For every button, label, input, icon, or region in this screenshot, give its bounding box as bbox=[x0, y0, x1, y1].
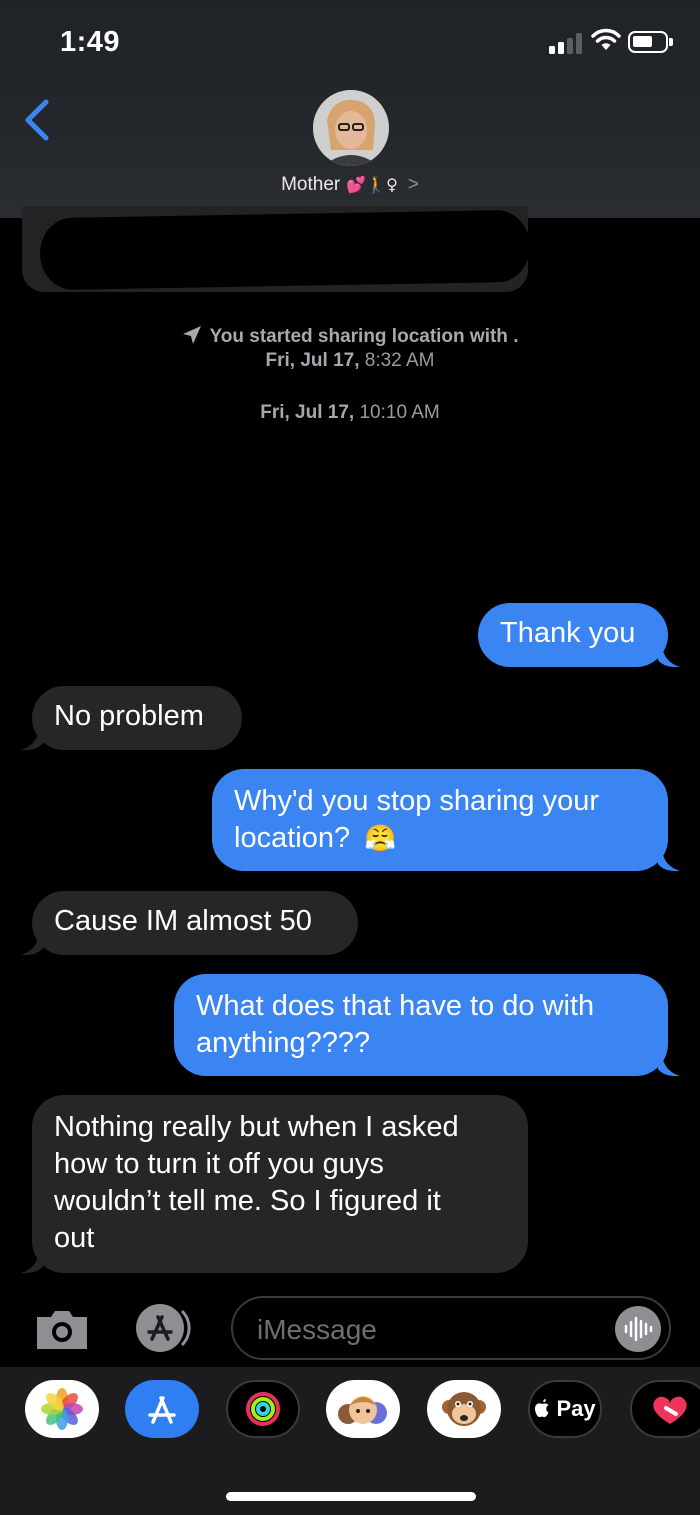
contact-avatar[interactable] bbox=[313, 90, 389, 166]
activity-app-button[interactable] bbox=[226, 1380, 300, 1438]
imessage-input[interactable]: iMessage bbox=[231, 1296, 671, 1360]
chevron-right-icon: > bbox=[407, 174, 419, 195]
timestamp-2: Fri, Jul 17, 10:10 AM bbox=[0, 402, 700, 424]
wifi-icon bbox=[591, 28, 621, 50]
back-chevron-icon[interactable] bbox=[22, 98, 52, 142]
contact-name: Mother bbox=[281, 174, 341, 195]
message-text-line: wouldn’t tell me. So I figured it bbox=[54, 1185, 441, 1217]
message-bubble-outgoing[interactable]: What does that have to do with anything?… bbox=[174, 974, 668, 1076]
home-indicator[interactable] bbox=[226, 1492, 476, 1501]
animoji-app-button[interactable] bbox=[427, 1380, 501, 1438]
digital-touch-icon bbox=[653, 1396, 687, 1424]
apple-pay-app-button[interactable]: Pay bbox=[528, 1380, 602, 1438]
timestamp-time: 10:10 AM bbox=[359, 402, 440, 423]
app-store-app-button[interactable] bbox=[125, 1380, 199, 1438]
angry-face-emoji: 😤 bbox=[364, 824, 397, 854]
location-notice-text: You started sharing location with . bbox=[209, 326, 519, 347]
digital-touch-app-button[interactable] bbox=[630, 1380, 700, 1438]
cellular-signal-icon bbox=[549, 32, 583, 54]
timestamp-time: 8:32 AM bbox=[364, 350, 435, 371]
message-text-line: Nothing really but when I asked bbox=[54, 1111, 459, 1143]
battery-icon bbox=[628, 31, 673, 53]
timestamp-date: Fri, Jul 17, bbox=[265, 350, 360, 371]
camera-icon[interactable] bbox=[33, 1307, 91, 1351]
message-bubble-incoming[interactable]: Nothing really but when I asked how to t… bbox=[32, 1095, 528, 1273]
redaction-mark bbox=[39, 209, 531, 291]
message-text: Thank you bbox=[500, 617, 636, 649]
message-text: Cause IM almost 50 bbox=[54, 905, 312, 937]
message-text-line: location? bbox=[234, 822, 351, 854]
imessage-placeholder: iMessage bbox=[257, 1314, 377, 1345]
animoji-icon bbox=[442, 1392, 486, 1426]
message-bubble-outgoing[interactable]: Why'd you stop sharing your location? 😤 bbox=[212, 769, 668, 871]
photos-app-button[interactable] bbox=[25, 1380, 99, 1438]
memoji-app-button[interactable] bbox=[326, 1380, 400, 1438]
location-sharing-notice: You started sharing location with . bbox=[0, 325, 700, 348]
memoji-icon bbox=[338, 1396, 387, 1424]
contact-name-row[interactable]: Mother 💕🚶♀ > bbox=[0, 174, 700, 196]
message-text-line: anything???? bbox=[196, 1027, 371, 1059]
bubble-tail-outgoing bbox=[658, 1055, 680, 1077]
activity-icon bbox=[246, 1392, 280, 1426]
timestamp-date: Fri, Jul 17, bbox=[260, 402, 355, 423]
location-arrow-icon bbox=[182, 326, 201, 344]
bubble-tail-incoming bbox=[21, 1252, 43, 1274]
bubble-tail-incoming bbox=[21, 729, 43, 751]
audio-record-button[interactable] bbox=[615, 1306, 661, 1352]
avatar-photo bbox=[313, 90, 389, 166]
waveform-icon bbox=[624, 1316, 653, 1342]
app-store-icon bbox=[148, 1396, 176, 1424]
message-text: No problem bbox=[54, 700, 204, 732]
bubble-tail-outgoing bbox=[658, 646, 680, 668]
apple-logo-icon bbox=[534, 1396, 556, 1421]
message-bubble-incoming[interactable]: Cause IM almost 50 bbox=[32, 891, 358, 955]
message-bubble-incoming[interactable]: No problem bbox=[32, 686, 242, 750]
message-text-line: out bbox=[54, 1222, 95, 1254]
contact-emoji: 💕🚶♀ bbox=[346, 175, 398, 194]
message-text-line: What does that have to do with bbox=[196, 990, 595, 1022]
message-text-line: how to turn it off you guys bbox=[54, 1148, 384, 1180]
bubble-tail-outgoing bbox=[658, 850, 680, 872]
apple-pay-label: Pay bbox=[556, 1396, 596, 1421]
photos-icon bbox=[41, 1388, 83, 1430]
message-bubble-outgoing[interactable]: Thank you bbox=[478, 603, 668, 667]
app-store-button-icon[interactable] bbox=[130, 1303, 196, 1353]
bubble-tail-incoming bbox=[21, 934, 43, 956]
message-text-line: Why'd you stop sharing your bbox=[234, 785, 599, 817]
status-time: 1:49 bbox=[60, 26, 121, 58]
timestamp-1: Fri, Jul 17, 8:32 AM bbox=[0, 350, 700, 372]
